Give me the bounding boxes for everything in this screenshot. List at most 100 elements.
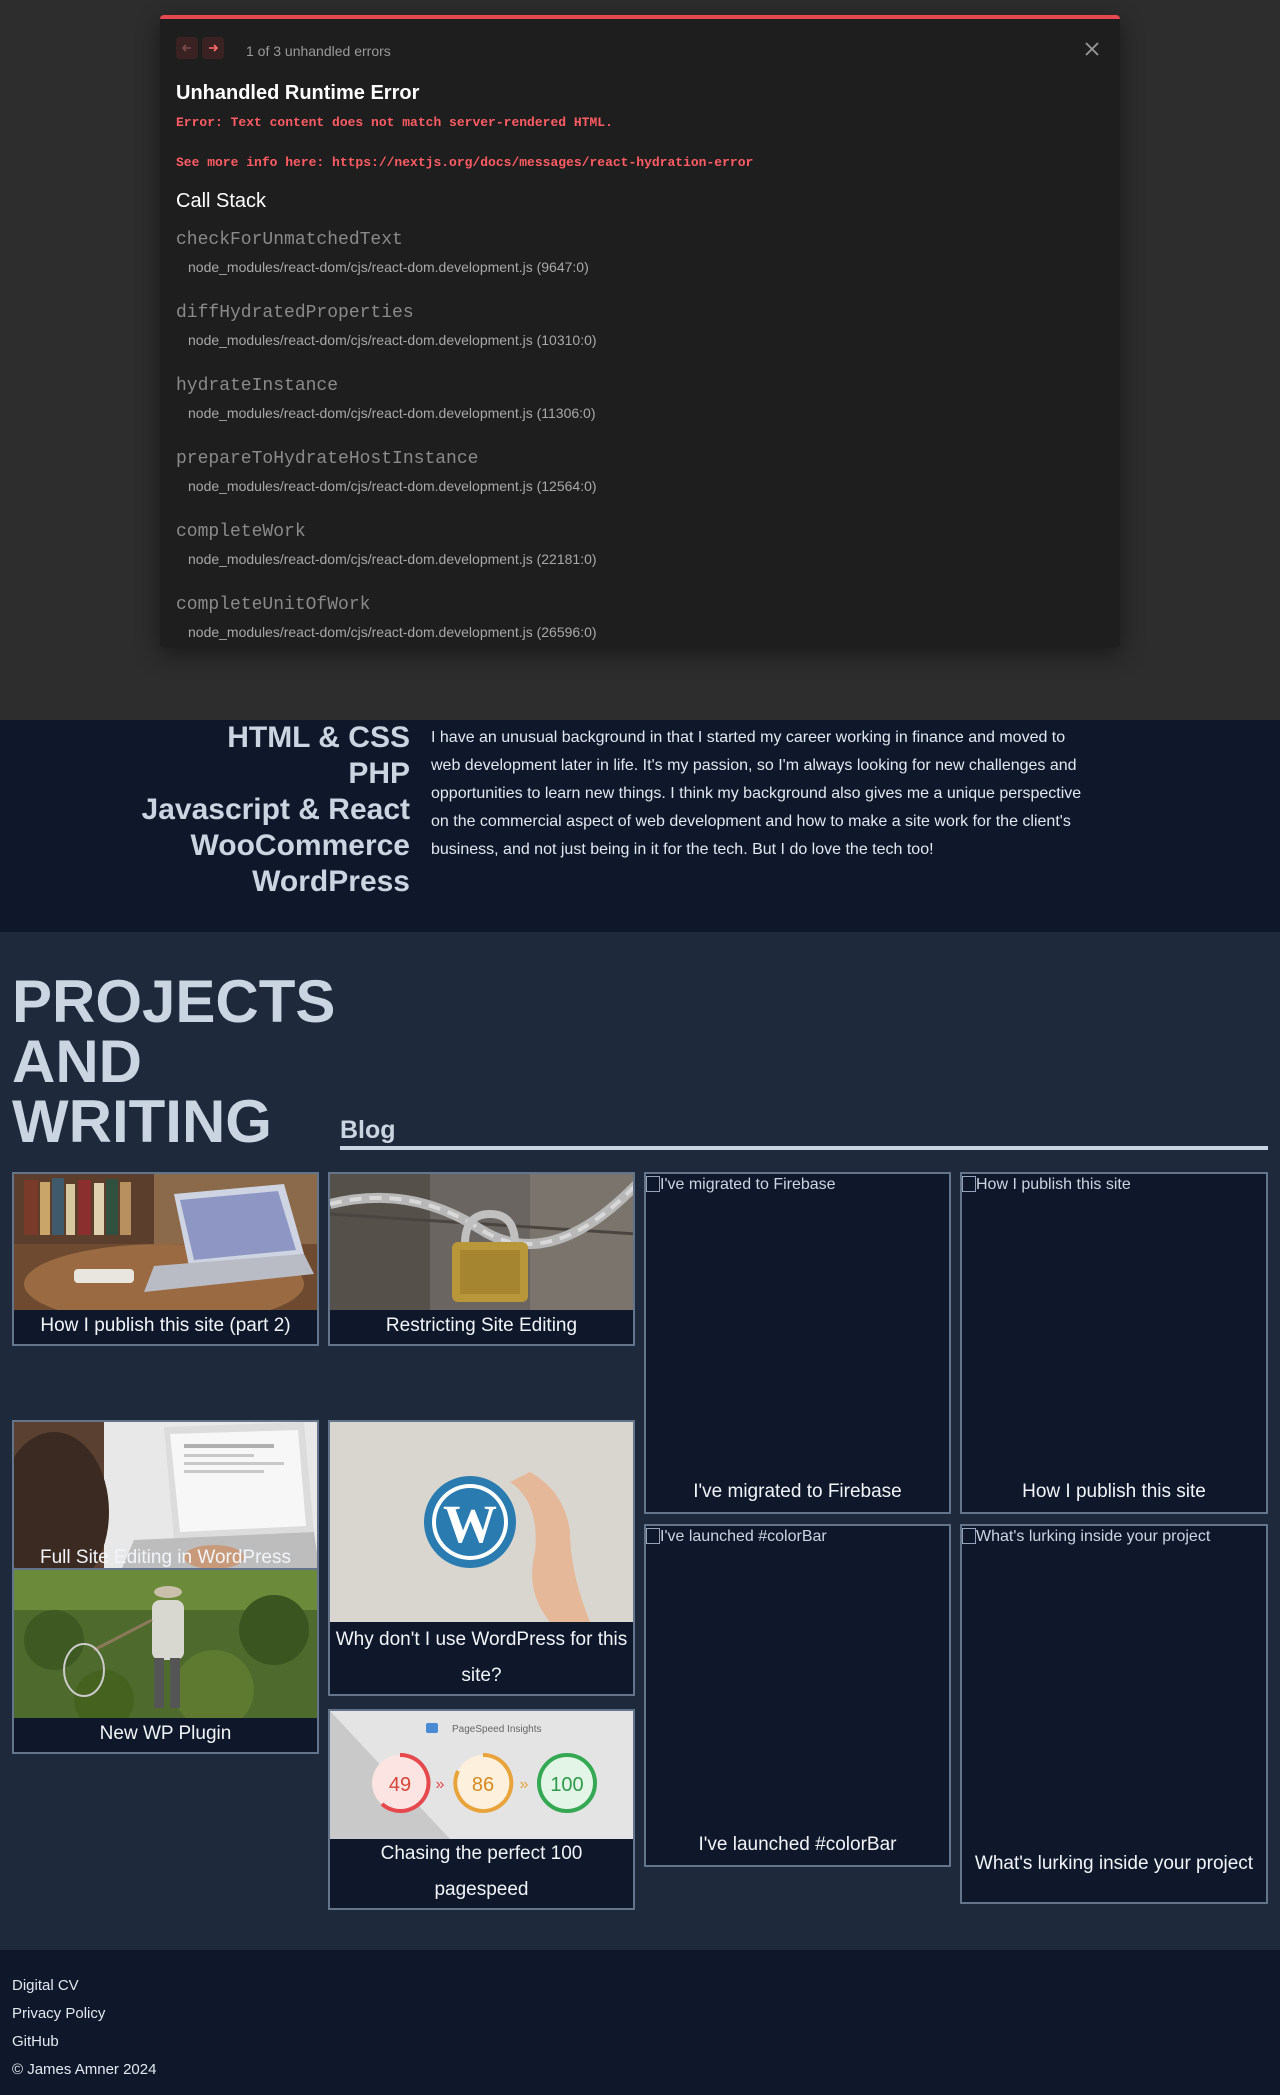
projects-section: PROJECTS AND WRITING Blog How I publish … [0, 932, 1280, 1950]
stack-frame-function: hydrateInstance [176, 376, 339, 396]
broken-image-icon [646, 1176, 660, 1192]
broken-image-alt: I've launched #colorBar [646, 1526, 827, 1548]
projects-heading-line: WRITING [12, 1088, 272, 1155]
card-title: I've migrated to Firebase [693, 1481, 902, 1502]
error-count: 1 of 3 unhandled errors [246, 43, 391, 59]
close-icon [1085, 42, 1099, 56]
card-title: New WP Plugin [99, 1723, 232, 1744]
skill-list: HTML & CSS PHP Javascript & React WooCom… [142, 720, 410, 900]
alt-text: What's lurking inside your project [976, 1528, 1211, 1545]
blog-card-publish-part-2[interactable]: How I publish this site (part 2) [12, 1172, 319, 1346]
score-100: 100 [550, 1774, 583, 1796]
blog-heading: Blog [340, 1116, 396, 1144]
projects-heading-line: AND [12, 1028, 142, 1095]
score-86: 86 [472, 1774, 494, 1796]
card-title: I've launched #colorBar [698, 1834, 897, 1855]
footer-links: Digital CV Privacy Policy GitHub © James… [12, 1972, 156, 2084]
stack-frame-function: diffHydratedProperties [176, 303, 414, 323]
skill-item: Javascript & React [141, 793, 410, 826]
blog-card-new-wp-plugin[interactable]: New WP Plugin [12, 1568, 319, 1754]
pagespeed-scores-image: PageSpeed Insights 49 » 86 » 100 [330, 1711, 633, 1839]
previous-error-button[interactable] [176, 37, 198, 59]
stack-frame-file[interactable]: node_modules/react-dom/cjs/react-dom.dev… [176, 400, 597, 426]
footer-link-github[interactable]: GitHub [12, 2028, 156, 2056]
stack-frame-function: completeWork [176, 522, 306, 542]
padlock-photo-thumbnail [330, 1174, 633, 1310]
blog-card-pagespeed[interactable]: PageSpeed Insights 49 » 86 » 100 Chasing… [328, 1709, 635, 1910]
error-overlay-backdrop: 1 of 3 unhandled errors Unhandled Runtim… [0, 0, 1280, 720]
stack-frame-file[interactable]: node_modules/react-dom/cjs/react-dom.dev… [176, 473, 597, 499]
blog-heading-underline [340, 1146, 1268, 1150]
blog-card-firebase[interactable]: I've migrated to Firebase I've migrated … [644, 1172, 951, 1514]
next-error-button[interactable] [202, 37, 224, 59]
copyright: © James Amner 2024 [12, 2061, 157, 2078]
card-title: Chasing the perfect 100 pagespeed [380, 1843, 583, 1900]
projects-heading: PROJECTS AND WRITING [12, 972, 335, 1152]
score-49: 49 [389, 1774, 411, 1796]
broken-image-icon [962, 1176, 976, 1192]
stack-frame: hydrateInstance node_modules/react-dom/c… [176, 372, 597, 445]
pagespeed-logo-icon [426, 1723, 438, 1733]
card-title: Why don't I use WordPress for this site? [335, 1629, 628, 1686]
field-photo-thumbnail [14, 1570, 317, 1718]
bio-paragraph: I have an unusual background in that I s… [431, 729, 1082, 858]
stack-frame-file[interactable]: node_modules/react-dom/cjs/react-dom.dev… [176, 619, 597, 645]
wordpress-logo-thumbnail: W [330, 1422, 633, 1622]
svg-text:»: » [436, 1776, 445, 1793]
stack-frame-file[interactable]: node_modules/react-dom/cjs/react-dom.dev… [176, 327, 597, 353]
broken-image-alt: What's lurking inside your project [962, 1526, 1210, 1548]
alt-text: How I publish this site [976, 1176, 1131, 1193]
error-info-link[interactable]: See more info here: https://nextjs.org/d… [176, 155, 753, 170]
card-title: What's lurking inside your project [974, 1853, 1254, 1874]
stack-frame-function: checkForUnmatchedText [176, 230, 403, 250]
footer-link-digital-cv[interactable]: Digital CV [12, 1972, 156, 2000]
arrow-right-icon [209, 44, 219, 52]
stack-frame-function: prepareToHydrateHostInstance [176, 449, 479, 469]
field-photo-image [14, 1570, 317, 1718]
close-button[interactable] [1082, 39, 1102, 59]
broken-image-icon [962, 1528, 976, 1544]
broken-image-icon [646, 1528, 660, 1544]
laptop-photo-image [14, 1174, 317, 1310]
alt-text: I've migrated to Firebase [660, 1176, 836, 1193]
error-message: Error: Text content does not match serve… [176, 113, 753, 173]
stack-frame-function: completeUnitOfWork [176, 595, 371, 615]
error-pagination [176, 37, 224, 59]
pagespeed-thumbnail: PageSpeed Insights 49 » 86 » 100 [330, 1711, 633, 1839]
wordpress-logo-image: W [330, 1422, 633, 1622]
stack-frame: diffHydratedProperties node_modules/reac… [176, 299, 597, 372]
blog-card-lurking[interactable]: What's lurking inside your project What'… [960, 1524, 1268, 1904]
error-message-text: Error: Text content does not match serve… [176, 115, 613, 130]
blog-card-why-wordpress[interactable]: W Why don't I use WordPress for this sit… [328, 1420, 635, 1696]
skill-item: HTML & CSS [227, 721, 410, 754]
blog-card-fse[interactable]: Full Site Editing in WordPress [12, 1420, 319, 1578]
error-title: Unhandled Runtime Error [176, 82, 420, 104]
error-dialog: 1 of 3 unhandled errors Unhandled Runtim… [160, 15, 1120, 648]
stack-frame: checkForUnmatchedText node_modules/react… [176, 226, 597, 299]
projects-heading-line: PROJECTS [12, 968, 336, 1035]
broken-image-alt: I've migrated to Firebase [646, 1174, 836, 1196]
laptop-photo-thumbnail [14, 1174, 317, 1310]
call-stack: checkForUnmatchedText node_modules/react… [176, 226, 597, 648]
svg-text:W: W [443, 1494, 497, 1554]
call-stack-title: Call Stack [176, 190, 267, 212]
svg-text:»: » [520, 1776, 529, 1793]
card-title: How I publish this site [1022, 1481, 1206, 1502]
stack-frame-file[interactable]: node_modules/react-dom/cjs/react-dom.dev… [176, 546, 597, 572]
footer-link-privacy-policy[interactable]: Privacy Policy [12, 2000, 156, 2028]
skills-section: HTML & CSS PHP Javascript & React WooCom… [0, 720, 1280, 932]
blog-card-colorbar[interactable]: I've launched #colorBar I've launched #c… [644, 1524, 951, 1867]
psi-label: PageSpeed Insights [452, 1724, 542, 1735]
skill-item: WordPress [252, 865, 410, 898]
blog-card-restricting[interactable]: Restricting Site Editing [328, 1172, 635, 1346]
skill-item: WooCommerce [190, 829, 411, 862]
card-title: Restricting Site Editing [385, 1315, 578, 1336]
padlock-photo-image [330, 1174, 633, 1310]
stack-frame: completeUnitOfWork node_modules/react-do… [176, 591, 597, 648]
site-footer: Digital CV Privacy Policy GitHub © James… [0, 1950, 1280, 2095]
arrow-left-icon [181, 44, 191, 52]
blog-card-publish[interactable]: How I publish this site How I publish th… [960, 1172, 1268, 1514]
broken-image-alt: How I publish this site [962, 1174, 1131, 1196]
stack-frame: completeWork node_modules/react-dom/cjs/… [176, 518, 597, 591]
stack-frame-file[interactable]: node_modules/react-dom/cjs/react-dom.dev… [176, 254, 597, 280]
